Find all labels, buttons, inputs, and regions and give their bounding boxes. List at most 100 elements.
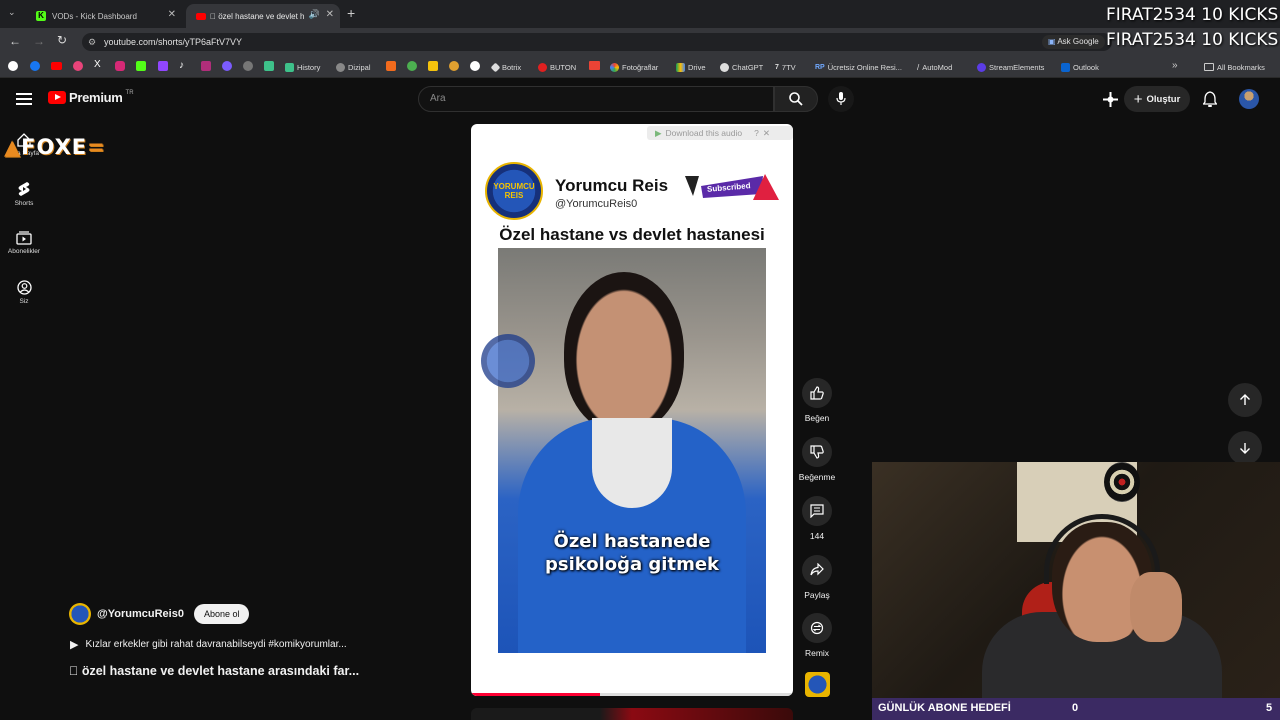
studio-icon[interactable]	[1103, 92, 1118, 107]
audio-source-thumbnail[interactable]	[805, 672, 830, 697]
sidebar-item-shorts[interactable]: Shorts	[0, 181, 48, 207]
outlook-icon	[1061, 62, 1070, 72]
bookmark-icon[interactable]	[73, 61, 83, 71]
kick-icon: K	[36, 11, 46, 21]
subscribe-button[interactable]: Abone ol	[193, 604, 250, 624]
sidebar-item-subscriptions[interactable]: Abonelikler	[0, 231, 48, 255]
previous-short-button[interactable]	[1228, 383, 1262, 417]
close-icon[interactable]: ✕	[168, 9, 176, 20]
channel-handle-in-video: @YorumcuReis0	[555, 198, 638, 210]
google-bookmark-icon[interactable]	[8, 61, 18, 71]
browser-tab-strip: ⌄ K VODs - Kick Dashboard ✕   özel hasta…	[0, 0, 1280, 28]
facebook-bookmark-icon[interactable]	[30, 61, 40, 71]
tiktok-bookmark-icon[interactable]: ♪	[179, 60, 184, 71]
bookmark-dizipal[interactable]: Dizipal	[336, 60, 371, 74]
bookmark-icon[interactable]	[470, 61, 480, 71]
back-icon[interactable]: ←	[9, 34, 21, 48]
tab-search-icon[interactable]: ⌄	[8, 7, 16, 18]
short-title[interactable]:   özel hastane ve devlet hastane arasınd…	[69, 664, 359, 678]
channel-handle[interactable]: @YorumcuReis0	[97, 608, 184, 620]
create-button[interactable]: + Oluştur	[1124, 86, 1190, 112]
x-bookmark-icon[interactable]: X	[94, 59, 101, 70]
bookmark-automod[interactable]: / AutoMod	[917, 60, 952, 74]
playlist-link[interactable]: ▶ Kızlar erkekler gibi rahat davranabils…	[70, 638, 347, 651]
ask-google-button[interactable]: ▣ Ask Google	[1042, 35, 1105, 49]
bookmark-remove-bg[interactable]: RP Ücretsiz Online Resi...	[815, 60, 902, 74]
gmail-bookmark-icon[interactable]	[589, 61, 600, 70]
dislike-button[interactable]: Beğenme	[797, 437, 837, 482]
tab-label:   özel hastane ve devlet h	[210, 11, 305, 21]
microphone-icon	[836, 92, 846, 105]
bookmark-buton[interactable]: BUTON	[538, 60, 576, 74]
download-audio-button[interactable]: ▶ Download this audio ? ✕	[647, 126, 793, 140]
video-frame: Özel hastanede psikoloğa gitmek	[498, 248, 766, 653]
help-icon[interactable]: ?	[754, 128, 759, 138]
reload-icon[interactable]: ↻	[57, 33, 67, 47]
youtube-logo[interactable]: Premium TR	[48, 90, 134, 105]
bookmark-icon[interactable]	[222, 61, 232, 71]
streamer-hand	[1130, 572, 1182, 642]
channel-name-in-video: Yorumcu Reis	[555, 176, 669, 195]
bookmark-icon[interactable]	[201, 61, 211, 71]
notifications-icon[interactable]	[1203, 91, 1217, 107]
kick-alert-line-2: FIRAT2534 10 KICKS	[1106, 30, 1279, 50]
share-button[interactable]: Paylaş	[797, 555, 837, 600]
like-button[interactable]: Beğen	[797, 378, 837, 423]
thumbs-down-icon	[810, 445, 824, 459]
speaker-icon[interactable]: 🔊	[309, 9, 320, 20]
bookmark-icon[interactable]	[243, 61, 253, 71]
video-heading: Özel hastane vs devlet hastanesi	[499, 225, 765, 244]
instagram-bookmark-icon[interactable]	[115, 61, 125, 71]
channel-row: @YorumcuReis0 Abone ol	[69, 603, 250, 625]
search-input[interactable]: Ara	[418, 86, 774, 112]
bookmark-history[interactable]: History	[285, 60, 320, 74]
buton-icon	[538, 62, 547, 72]
thumbs-up-icon	[810, 386, 824, 400]
youtube-bookmark-icon[interactable]	[51, 62, 62, 70]
webcam-overlay	[872, 462, 1280, 698]
photos-icon	[610, 62, 619, 72]
bookmark-icon[interactable]	[428, 61, 438, 71]
bookmark-streamelements[interactable]: StreamElements	[977, 60, 1044, 74]
search-button[interactable]	[774, 86, 818, 112]
avatar[interactable]	[1239, 89, 1259, 109]
address-input[interactable]: ⚙ youtube.com/shorts/yTP6aFtV7VY ▣ Ask G…	[82, 33, 1112, 51]
channel-avatar[interactable]	[69, 603, 91, 625]
bookmark-icon[interactable]	[449, 61, 459, 71]
video-progress-track[interactable]	[471, 693, 793, 696]
comments-button[interactable]: 144	[797, 496, 837, 541]
voice-search-button[interactable]	[828, 86, 854, 112]
bookmark-fotograflar[interactable]: Fotoğraflar	[610, 60, 658, 74]
sidebar-item-you[interactable]: Siz	[0, 280, 48, 305]
next-short-button[interactable]	[1228, 431, 1262, 465]
bookmark-chatgpt[interactable]: ChatGPT	[720, 60, 763, 74]
tab-youtube-short[interactable]:   özel hastane ve devlet h 🔊 ✕	[186, 4, 340, 28]
bookmark-icon[interactable]	[407, 61, 417, 71]
chatgpt-icon	[720, 62, 729, 72]
chevron-right-icon[interactable]: »	[1172, 60, 1178, 71]
bookmark-7tv[interactable]: 7 7TV	[775, 60, 796, 74]
twitch-bookmark-icon[interactable]	[158, 61, 168, 71]
short-video-player[interactable]: ▶ Download this audio ? ✕ YORUMCU REIS Yor…	[471, 124, 793, 696]
channel-avatar-in-video: YORUMCU REIS	[485, 162, 543, 220]
bookmark-icon[interactable]	[386, 61, 396, 71]
rp-icon: RP	[815, 63, 825, 71]
close-icon[interactable]: ✕	[326, 9, 334, 20]
account-icon	[16, 280, 32, 295]
shirt	[592, 418, 672, 508]
bookmark-drive[interactable]: Drive	[676, 60, 706, 74]
tab-kick-dashboard[interactable]: K VODs - Kick Dashboard ✕	[26, 4, 182, 28]
bookmark-outlook[interactable]: Outlook	[1061, 60, 1099, 74]
menu-icon[interactable]	[16, 92, 32, 106]
close-icon[interactable]: ✕	[763, 128, 770, 139]
new-tab-button[interactable]: +	[347, 5, 355, 21]
bookmark-botrix[interactable]: Botrix	[490, 60, 521, 74]
remix-button[interactable]: Remix	[797, 613, 837, 658]
subscriber-goal-bar: GÜNLÜK ABONE HEDEFİ 0 5	[872, 698, 1280, 720]
kick-bookmark-icon[interactable]	[136, 61, 146, 71]
search-icon	[789, 92, 803, 106]
forward-icon[interactable]: →	[33, 34, 45, 48]
site-info-icon[interactable]: ⚙	[88, 33, 96, 51]
bookmark-icon[interactable]	[264, 61, 274, 71]
all-bookmarks-button[interactable]: All Bookmarks	[1204, 60, 1265, 74]
